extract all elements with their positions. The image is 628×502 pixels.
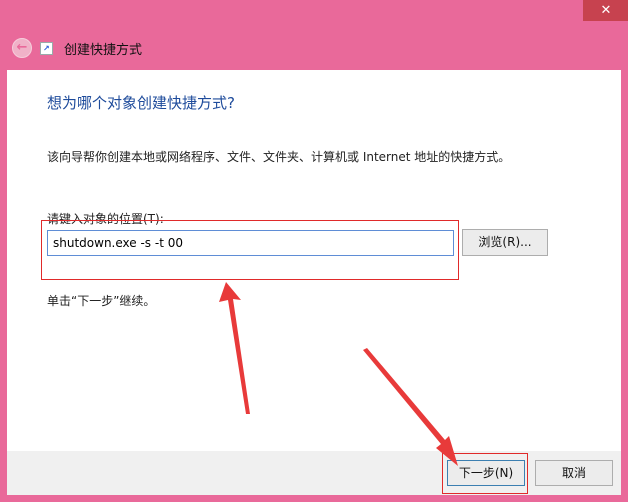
annotation-arrows: [219, 282, 458, 466]
arrow-to-input: [219, 282, 250, 414]
arrow-to-next-button: [363, 348, 458, 466]
